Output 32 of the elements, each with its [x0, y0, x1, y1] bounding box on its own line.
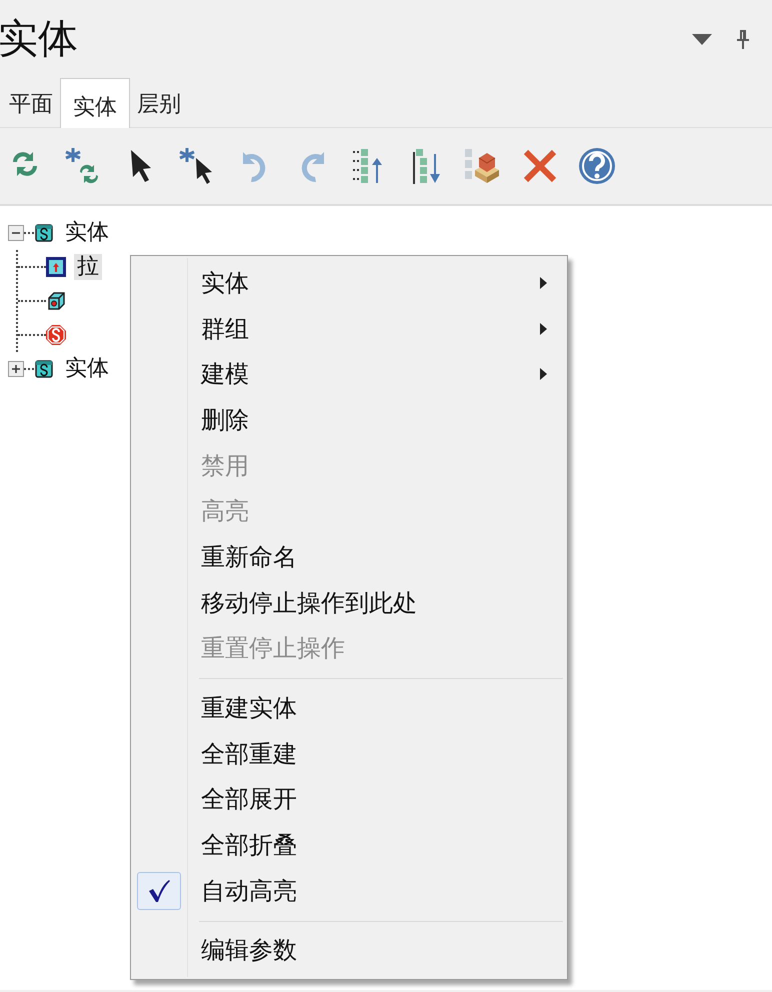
tab[interactable]: 层别 — [130, 79, 188, 127]
menu-item[interactable]: 实体 — [201, 264, 249, 301]
database-icon — [34, 223, 54, 243]
menu-item[interactable]: 重建实体 — [201, 690, 297, 726]
tree-item[interactable]: 拉 — [74, 254, 102, 280]
help-icon[interactable] — [577, 146, 617, 186]
submenu-arrow-icon — [540, 276, 547, 289]
dropdown-icon[interactable] — [692, 34, 712, 44]
up-arrow-box-icon — [46, 257, 66, 277]
tab[interactable]: 平面 — [2, 79, 60, 127]
tab[interactable]: 实体 — [60, 78, 130, 128]
tree-item[interactable]: 实体 — [62, 356, 112, 382]
menu-item[interactable]: 全部展开 — [201, 781, 297, 818]
submenu-arrow-icon — [540, 368, 547, 380]
menu-item[interactable]: 全部重建 — [201, 736, 297, 772]
menu-item[interactable]: 删除 — [201, 402, 249, 438]
cube-icon — [46, 291, 66, 311]
panel-title: 实体 — [0, 19, 78, 59]
menu-item[interactable]: 建模 — [201, 356, 249, 392]
menu-item[interactable]: 自动高亮 — [201, 872, 297, 909]
tree-item[interactable]: 实体 — [62, 220, 112, 246]
menu-item[interactable]: 全部折叠 — [201, 827, 297, 864]
pin-icon[interactable] — [736, 29, 750, 49]
menu-item[interactable]: 群组 — [201, 310, 249, 347]
octagon-icon — [46, 325, 66, 345]
collapse-icon[interactable] — [8, 225, 24, 241]
menu-item[interactable]: 移动停止操作到此处 — [201, 584, 417, 621]
menu-item[interactable]: 重新命名 — [201, 538, 297, 575]
submenu-arrow-icon — [540, 322, 547, 335]
expand-icon[interactable] — [8, 361, 24, 377]
menu-item[interactable]: 编辑参数 — [201, 932, 297, 968]
database-icon — [34, 359, 54, 379]
